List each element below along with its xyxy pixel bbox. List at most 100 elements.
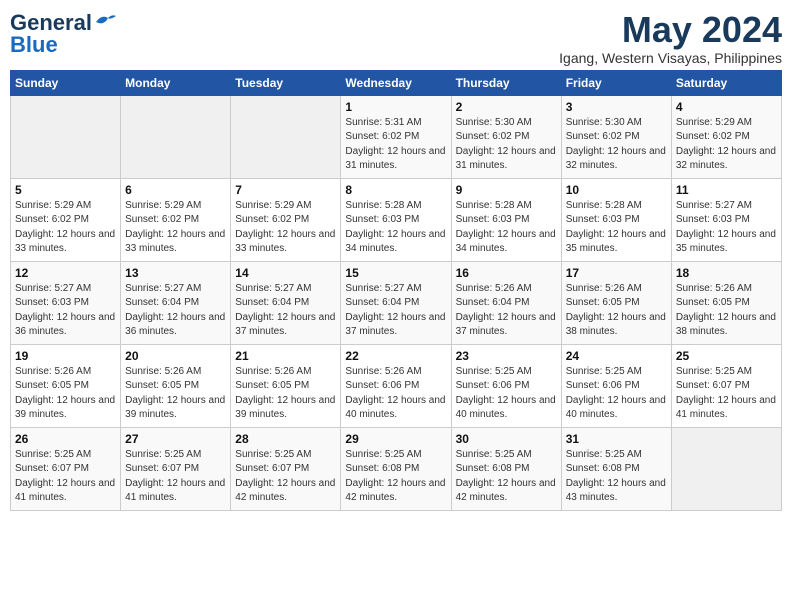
day-number: 2 [456, 100, 557, 114]
calendar-cell: 19 Sunrise: 5:26 AMSunset: 6:05 PMDayligh… [11, 344, 121, 427]
day-number: 28 [235, 432, 336, 446]
calendar-cell: 17 Sunrise: 5:26 AMSunset: 6:05 PMDayligh… [561, 261, 671, 344]
calendar-cell: 24 Sunrise: 5:25 AMSunset: 6:06 PMDayligh… [561, 344, 671, 427]
day-number: 30 [456, 432, 557, 446]
day-number: 16 [456, 266, 557, 280]
calendar-cell [121, 95, 231, 178]
calendar-cell: 10Sunrise: 5:28 AMSunset: 6:03 PMDayligh… [561, 178, 671, 261]
day-number: 12 [15, 266, 116, 280]
calendar-week-row: 5Sunrise: 5:29 AMSunset: 6:02 PMDaylight… [11, 178, 782, 261]
day-info: Sunrise: 5:26 AMSunset: 6:05 PMDaylight:… [125, 365, 226, 423]
day-info: Sunrise: 5:27 AMSunset: 6:04 PMDaylight:… [235, 282, 336, 340]
calendar-week-row: 26 Sunrise: 5:25 AMSunset: 6:07 PMDayligh… [11, 427, 782, 510]
day-info: Sunrise: 5:29 AMSunset: 6:02 PMDaylight:… [235, 199, 336, 257]
calendar-cell: 16Sunrise: 5:26 AMSunset: 6:04 PMDayligh… [451, 261, 561, 344]
day-number: 17 [566, 266, 667, 280]
day-info: Sunrise: 5:26 AMSunset: 6:06 PMDaylight:… [345, 365, 446, 423]
calendar-cell: 3 Sunrise: 5:30 AMSunset: 6:02 PMDaylight… [561, 95, 671, 178]
day-number: 20 [125, 349, 226, 363]
calendar-cell: 8 Sunrise: 5:28 AMSunset: 6:03 PMDaylight… [341, 178, 451, 261]
calendar-cell: 7 Sunrise: 5:29 AMSunset: 6:02 PMDaylight… [231, 178, 341, 261]
calendar-cell: 18 Sunrise: 5:26 AMSunset: 6:05 PMDayligh… [671, 261, 781, 344]
day-number: 7 [235, 183, 336, 197]
calendar-cell: 12Sunrise: 5:27 AMSunset: 6:03 PMDayligh… [11, 261, 121, 344]
day-info: Sunrise: 5:30 AMSunset: 6:02 PMDaylight:… [566, 116, 667, 174]
subtitle: Igang, Western Visayas, Philippines [559, 50, 782, 66]
day-number: 18 [676, 266, 777, 280]
calendar-cell: 29 Sunrise: 5:25 AMSunset: 6:08 PMDayligh… [341, 427, 451, 510]
day-info: Sunrise: 5:26 AMSunset: 6:05 PMDaylight:… [676, 282, 777, 340]
title-block: May 2024 Igang, Western Visayas, Philipp… [559, 10, 782, 66]
calendar-header-row: SundayMondayTuesdayWednesdayThursdayFrid… [11, 70, 782, 95]
day-number: 8 [345, 183, 446, 197]
day-number: 19 [15, 349, 116, 363]
day-number: 21 [235, 349, 336, 363]
day-number: 29 [345, 432, 446, 446]
calendar-cell: 1Sunrise: 5:31 AMSunset: 6:02 PMDaylight… [341, 95, 451, 178]
day-number: 24 [566, 349, 667, 363]
day-info: Sunrise: 5:25 AMSunset: 6:08 PMDaylight:… [566, 448, 667, 506]
calendar-cell: 22 Sunrise: 5:26 AMSunset: 6:06 PMDayligh… [341, 344, 451, 427]
day-number: 27 [125, 432, 226, 446]
day-info: Sunrise: 5:25 AMSunset: 6:06 PMDaylight:… [566, 365, 667, 423]
page-header: General Blue May 2024 Igang, Western Vis… [10, 10, 782, 66]
day-info: Sunrise: 5:26 AMSunset: 6:05 PMDaylight:… [15, 365, 116, 423]
day-info: Sunrise: 5:29 AMSunset: 6:02 PMDaylight:… [676, 116, 777, 174]
calendar-cell [231, 95, 341, 178]
calendar-cell: 27 Sunrise: 5:25 AMSunset: 6:07 PMDayligh… [121, 427, 231, 510]
col-header-friday: Friday [561, 70, 671, 95]
day-info: Sunrise: 5:27 AMSunset: 6:03 PMDaylight:… [676, 199, 777, 257]
calendar-cell: 15 Sunrise: 5:27 AMSunset: 6:04 PMDayligh… [341, 261, 451, 344]
day-info: Sunrise: 5:25 AMSunset: 6:07 PMDaylight:… [235, 448, 336, 506]
calendar-table: SundayMondayTuesdayWednesdayThursdayFrid… [10, 70, 782, 511]
calendar-cell: 4Sunrise: 5:29 AMSunset: 6:02 PMDaylight… [671, 95, 781, 178]
day-number: 26 [15, 432, 116, 446]
day-number: 10 [566, 183, 667, 197]
col-header-thursday: Thursday [451, 70, 561, 95]
day-info: Sunrise: 5:25 AMSunset: 6:07 PMDaylight:… [676, 365, 777, 423]
col-header-monday: Monday [121, 70, 231, 95]
day-info: Sunrise: 5:27 AMSunset: 6:04 PMDaylight:… [125, 282, 226, 340]
day-info: Sunrise: 5:28 AMSunset: 6:03 PMDaylight:… [345, 199, 446, 257]
calendar-cell: 21 Sunrise: 5:26 AMSunset: 6:05 PMDayligh… [231, 344, 341, 427]
logo-blue: Blue [10, 32, 58, 58]
day-number: 31 [566, 432, 667, 446]
day-number: 1 [345, 100, 446, 114]
day-info: Sunrise: 5:29 AMSunset: 6:02 PMDaylight:… [125, 199, 226, 257]
col-header-saturday: Saturday [671, 70, 781, 95]
calendar-cell [671, 427, 781, 510]
col-header-tuesday: Tuesday [231, 70, 341, 95]
day-number: 23 [456, 349, 557, 363]
calendar-cell: 25 Sunrise: 5:25 AMSunset: 6:07 PMDayligh… [671, 344, 781, 427]
calendar-cell: 5Sunrise: 5:29 AMSunset: 6:02 PMDaylight… [11, 178, 121, 261]
calendar-week-row: 19 Sunrise: 5:26 AMSunset: 6:05 PMDayligh… [11, 344, 782, 427]
logo: General Blue [10, 10, 116, 58]
calendar-week-row: 12Sunrise: 5:27 AMSunset: 6:03 PMDayligh… [11, 261, 782, 344]
calendar-cell: 9 Sunrise: 5:28 AMSunset: 6:03 PMDaylight… [451, 178, 561, 261]
day-number: 9 [456, 183, 557, 197]
calendar-cell: 28 Sunrise: 5:25 AMSunset: 6:07 PMDayligh… [231, 427, 341, 510]
day-number: 25 [676, 349, 777, 363]
calendar-cell: 20 Sunrise: 5:26 AMSunset: 6:05 PMDayligh… [121, 344, 231, 427]
col-header-wednesday: Wednesday [341, 70, 451, 95]
day-info: Sunrise: 5:25 AMSunset: 6:06 PMDaylight:… [456, 365, 557, 423]
calendar-cell: 14 Sunrise: 5:27 AMSunset: 6:04 PMDayligh… [231, 261, 341, 344]
calendar-week-row: 1Sunrise: 5:31 AMSunset: 6:02 PMDaylight… [11, 95, 782, 178]
day-number: 22 [345, 349, 446, 363]
col-header-sunday: Sunday [11, 70, 121, 95]
day-number: 3 [566, 100, 667, 114]
calendar-cell: 11 Sunrise: 5:27 AMSunset: 6:03 PMDayligh… [671, 178, 781, 261]
day-number: 15 [345, 266, 446, 280]
day-info: Sunrise: 5:26 AMSunset: 6:05 PMDaylight:… [235, 365, 336, 423]
calendar-cell: 6Sunrise: 5:29 AMSunset: 6:02 PMDaylight… [121, 178, 231, 261]
day-number: 14 [235, 266, 336, 280]
calendar-cell: 30Sunrise: 5:25 AMSunset: 6:08 PMDayligh… [451, 427, 561, 510]
day-number: 11 [676, 183, 777, 197]
day-info: Sunrise: 5:27 AMSunset: 6:04 PMDaylight:… [345, 282, 446, 340]
day-info: Sunrise: 5:26 AMSunset: 6:05 PMDaylight:… [566, 282, 667, 340]
day-info: Sunrise: 5:25 AMSunset: 6:07 PMDaylight:… [15, 448, 116, 506]
day-info: Sunrise: 5:29 AMSunset: 6:02 PMDaylight:… [15, 199, 116, 257]
day-info: Sunrise: 5:28 AMSunset: 6:03 PMDaylight:… [456, 199, 557, 257]
day-info: Sunrise: 5:25 AMSunset: 6:07 PMDaylight:… [125, 448, 226, 506]
day-info: Sunrise: 5:25 AMSunset: 6:08 PMDaylight:… [345, 448, 446, 506]
